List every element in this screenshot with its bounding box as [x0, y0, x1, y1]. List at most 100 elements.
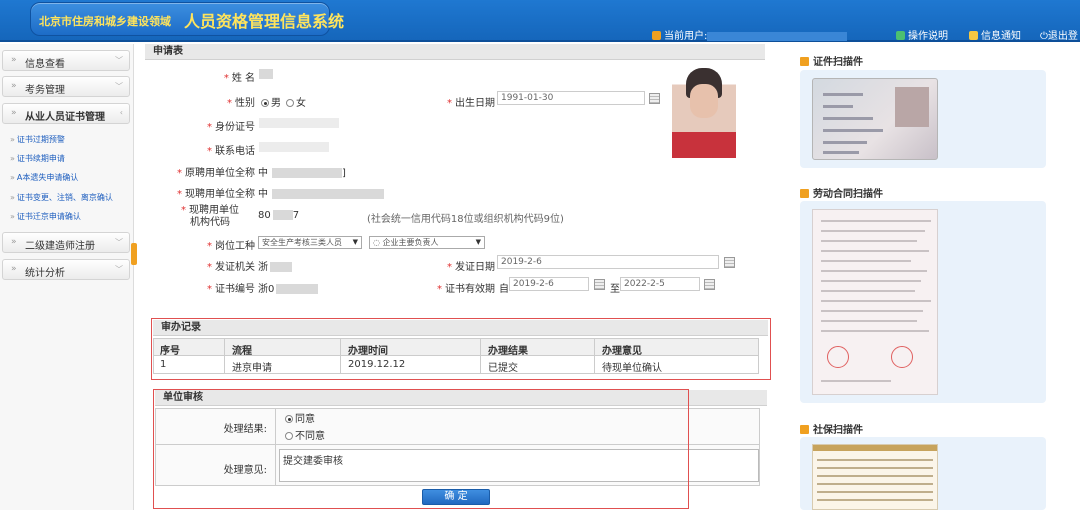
- issuer-value: 浙: [258, 258, 292, 273]
- logout-button[interactable]: ⏻退出登: [1040, 27, 1078, 42]
- table-row: 1 进京申请 2019.12.12 已提交 待现单位确认: [153, 356, 759, 374]
- post-role-select[interactable]: ◌ 企业主要负责人 ▼: [369, 236, 485, 249]
- org-code-value: 80 7: [258, 210, 300, 221]
- nav-info-view[interactable]: » 信息查看 ﹀: [2, 50, 130, 71]
- nav-exam-admin[interactable]: » 考务管理 ﹀: [2, 76, 130, 97]
- nav-label: 考务管理: [25, 85, 65, 96]
- sub-label: 证书迁京申请确认: [16, 212, 81, 221]
- chevron-down-icon: ﹀: [115, 82, 123, 91]
- curr-unit-label: * 现聘用单位全称: [177, 189, 255, 200]
- chevron-right-icon: »: [11, 237, 17, 247]
- id-number-label: * 身份证号: [207, 122, 255, 133]
- sub-lost-confirm[interactable]: » A本遗失申请确认: [10, 172, 78, 183]
- sub-label: A本遗失申请确认: [16, 173, 79, 182]
- sub-transfer-confirm[interactable]: » 证书迁京申请确认: [10, 211, 81, 222]
- mail-icon: [969, 31, 978, 40]
- section-title-application: 申请表: [145, 44, 765, 60]
- issue-date-input[interactable]: 2019-2-6: [497, 255, 719, 269]
- sub-change-confirm[interactable]: » 证书变更、注销、离京确认: [10, 192, 113, 203]
- valid-from-prefix: 自: [499, 284, 509, 295]
- folder-icon: [800, 57, 809, 66]
- nav-cert-management[interactable]: » 从业人员证书管理 ‹: [2, 103, 130, 124]
- valid-to-input[interactable]: 2022-2-5: [620, 277, 700, 291]
- help-button[interactable]: 操作说明: [896, 27, 948, 42]
- cell: 待现单位确认: [602, 363, 662, 374]
- radio-icon: [261, 99, 269, 107]
- chevron-right-icon: »: [10, 154, 15, 163]
- col-header: 办理时间: [348, 346, 388, 357]
- phone-label: * 联系电话: [207, 146, 255, 157]
- nav-constructor-registration[interactable]: » 二级建造师注册 ﹀: [2, 232, 130, 253]
- sub-cert-expiry-warning[interactable]: » 证书过期预警: [10, 134, 65, 145]
- gender-label: * 性别: [227, 98, 255, 109]
- chevron-right-icon: »: [10, 212, 15, 221]
- gender-male-radio[interactable]: 男: [261, 94, 281, 109]
- name-label: * 姓 名: [223, 73, 255, 84]
- gender-female-radio[interactable]: 女: [286, 94, 306, 109]
- current-user: 当前用户:: [652, 27, 848, 42]
- id-card-scan-image[interactable]: [812, 78, 938, 160]
- valid-from-input[interactable]: 2019-2-6: [509, 277, 589, 291]
- contract-scan-image[interactable]: [812, 209, 938, 395]
- dropdown-arrow-icon: ▼: [475, 238, 481, 246]
- curr-unit-value: 中: [258, 185, 384, 200]
- power-icon: ⏻: [1040, 31, 1048, 42]
- birth-date-label: * 出生日期: [447, 98, 495, 109]
- issue-date-label: * 发证日期: [447, 262, 495, 273]
- chevron-right-icon: »: [10, 193, 15, 202]
- col-header: 序号: [160, 346, 180, 357]
- user-icon: [652, 31, 661, 40]
- help-icon: [896, 31, 905, 40]
- section-title-records: 审办记录: [153, 320, 768, 336]
- cert-no-label: * 证书编号: [207, 284, 255, 295]
- sub-label: 证书变更、注销、离京确认: [16, 193, 113, 202]
- chevron-right-icon: »: [11, 55, 17, 65]
- sidebar-collapse-handle[interactable]: [131, 243, 137, 265]
- chevron-down-icon: ﹀: [115, 56, 123, 65]
- chevron-right-icon: »: [10, 173, 15, 182]
- current-user-name-redacted: [707, 31, 848, 41]
- prev-unit-value: 中]: [258, 168, 346, 179]
- post-label: * 岗位工种: [207, 241, 255, 252]
- calendar-icon[interactable]: [594, 279, 605, 290]
- help-label: 操作说明: [908, 31, 948, 42]
- logo: 北京市住房和城乡建设领域 人员资格管理信息系统: [30, 2, 344, 36]
- folder-icon: [800, 425, 809, 434]
- main-panel: 申请表 * 姓 名 * 性别 男 女 * 出生日期 1991-01-30 * 身份证号 …: [145, 44, 771, 510]
- valid-to-prefix: 至: [610, 284, 620, 295]
- name-value-redacted: [259, 69, 273, 80]
- prev-unit-label: * 原聘用单位全称: [177, 168, 255, 179]
- col-header: 办理意见: [602, 346, 642, 357]
- post-category-select[interactable]: 安全生产考核三类人员 ▼: [258, 236, 362, 249]
- nav-statistics[interactable]: » 统计分析 ﹀: [2, 259, 130, 280]
- id-number-redacted: [259, 118, 339, 129]
- notify-label: 信息通知: [981, 31, 1021, 42]
- review-highlight-box: [153, 389, 689, 509]
- calendar-icon[interactable]: [704, 279, 715, 290]
- cert-no-value: 浙0: [258, 280, 319, 295]
- chevron-right-icon: »: [11, 264, 17, 274]
- cell: 2019.12.12: [348, 359, 406, 370]
- nav-label: 统计分析: [25, 268, 65, 279]
- logout-label: 退出登: [1047, 31, 1078, 42]
- valid-period-label: * 证书有效期: [437, 284, 495, 295]
- chevron-down-icon: ﹀: [115, 265, 123, 274]
- sub-cert-renewal[interactable]: » 证书续期申请: [10, 153, 65, 164]
- cell: 进京申请: [232, 363, 272, 374]
- notify-button[interactable]: 信息通知: [969, 27, 1021, 42]
- calendar-icon[interactable]: [649, 93, 660, 104]
- radio-icon: [286, 99, 294, 107]
- sub-label: 证书续期申请: [16, 154, 65, 163]
- social-scan-title: 社保扫描件: [800, 421, 863, 436]
- chevron-right-icon: »: [11, 81, 17, 91]
- org-code-hint: (社会统一信用代码18位或组织机构代码9位): [367, 214, 564, 225]
- birth-date-input[interactable]: 1991-01-30: [497, 91, 645, 105]
- sub-label: 证书过期预警: [16, 135, 65, 144]
- calendar-icon[interactable]: [724, 257, 735, 268]
- social-insurance-scan-image[interactable]: [812, 444, 938, 510]
- folder-icon: [800, 189, 809, 198]
- cert-scan-title: 证件扫描件: [800, 53, 863, 68]
- logo-system-name: 人员资格管理信息系统: [184, 12, 345, 31]
- col-header: 流程: [232, 346, 252, 357]
- chevron-left-icon: ‹: [119, 108, 123, 117]
